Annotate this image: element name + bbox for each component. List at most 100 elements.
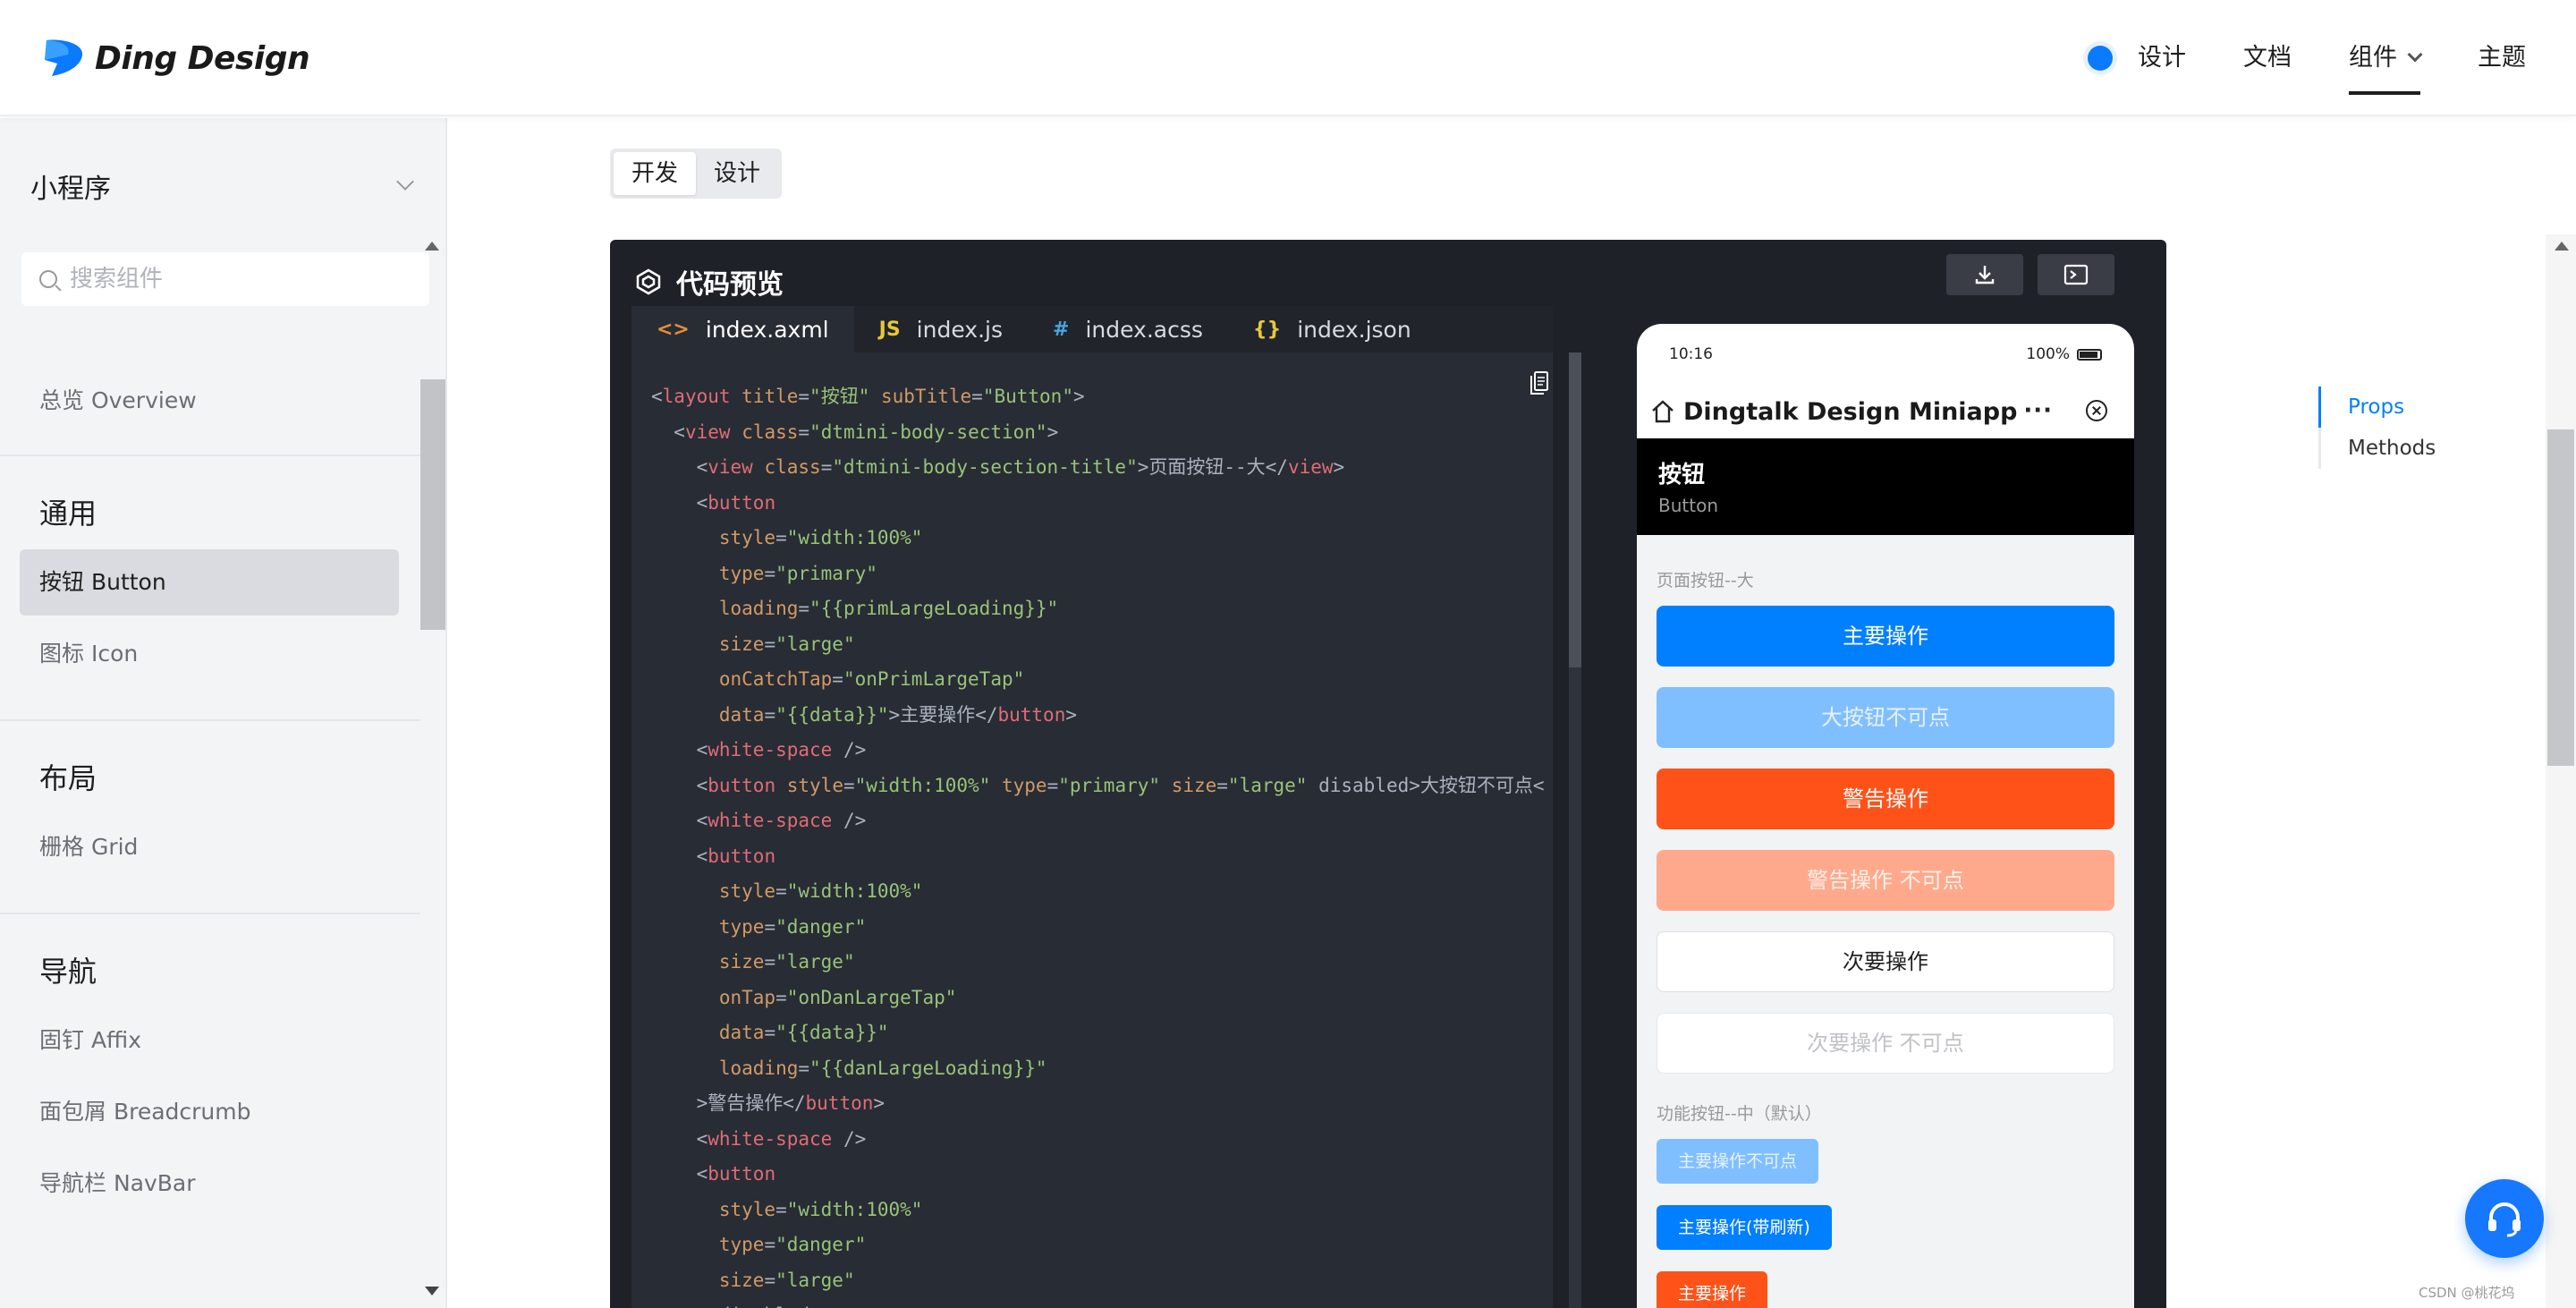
code-line: size="large" <box>718 951 855 973</box>
nav-docs[interactable]: 文档 <box>2243 0 2292 116</box>
component-search <box>21 252 429 306</box>
editor-scrollbar-thumb[interactable] <box>1569 352 1581 667</box>
sidebar-item-overview[interactable]: 总览 Overview <box>20 352 399 449</box>
scroll-down-arrow-icon[interactable] <box>425 1287 439 1295</box>
help-support-button[interactable] <box>2465 1179 2544 1258</box>
sidebar-scrollbar-thumb[interactable] <box>420 379 445 630</box>
code-line: type="danger" <box>718 915 867 938</box>
scroll-up-arrow-icon[interactable] <box>2555 242 2569 251</box>
nav-components[interactable]: 组件 <box>2349 0 2423 116</box>
status-time: 10:16 <box>1669 345 1713 363</box>
battery-icon <box>2077 348 2102 361</box>
code-line: size="large" <box>718 1269 855 1291</box>
tab-index-json[interactable]: {} index.json <box>1228 306 1436 352</box>
page-scrollbar[interactable] <box>2546 234 2576 1308</box>
sidebar-item-affix[interactable]: 固钉 Affix <box>20 1007 399 1074</box>
close-circle-icon[interactable] <box>2085 400 2107 421</box>
menu-group-overview: 总览 Overview <box>0 352 420 456</box>
chevron-down-icon <box>2407 47 2423 63</box>
code-line: loading="{{danLargeLoading}}" <box>718 1057 1047 1079</box>
nav-design[interactable]: 设计 <box>2138 0 2186 116</box>
page-scrollbar-thumb[interactable] <box>2547 429 2574 766</box>
phone-page-subtitle: Button <box>1658 495 1718 516</box>
menu-group-title: 布局 <box>39 761 97 795</box>
download-button[interactable] <box>1946 254 2023 295</box>
nav-docs-label: 文档 <box>2243 44 2292 72</box>
sidebar-item-breadcrumb[interactable]: 面包屑 Breadcrumb <box>20 1079 399 1145</box>
sidebar: 小程序 总览 Overview 通用 按钮 Button 图标 Icon 布局 … <box>0 118 447 1308</box>
code-line: onTap="onDanLargeTap" <box>718 986 957 1008</box>
phone-preview: 10:16 100% Dingtalk Design Miniapp ··· 按… <box>1637 324 2134 1308</box>
sidebar-item-grid[interactable]: 栅格 Grid <box>20 814 399 880</box>
open-terminal-button[interactable] <box>2038 254 2114 295</box>
code-line: type="danger" <box>718 1234 867 1255</box>
status-battery: 100% <box>2026 345 2102 363</box>
code-line: <white-space /> <box>696 1127 867 1150</box>
code-line: <button style="width:100%" type="primary… <box>696 774 1545 796</box>
code-line: style="width:100%" <box>718 1198 923 1220</box>
small-button-row: 主要操作 <box>1657 1271 2114 1308</box>
top-header: Ding Design 设计 文档 组件 主题 <box>0 0 2576 116</box>
section-label: 页面按钮--大 <box>1657 571 1754 590</box>
phone-nav-bar: Dingtalk Design Miniapp ··· <box>1637 385 2134 438</box>
code-line: <layout title="按钮" subTitle="Button"> <box>651 386 1085 407</box>
search-input[interactable] <box>70 266 410 293</box>
tab-index-axml[interactable]: <> index.axml <box>631 306 854 352</box>
code-line: <view class="dtmini-body-section"> <box>674 420 1059 443</box>
scroll-up-arrow-icon[interactable] <box>425 242 439 251</box>
toc-methods[interactable]: Methods <box>2318 428 2436 469</box>
danger-medium-button[interactable]: 主要操作 <box>1657 1271 1768 1308</box>
capsule-menu: ··· <box>2007 386 2123 435</box>
ding-logo-icon <box>45 39 83 76</box>
menu-group-title: 导航 <box>39 955 97 989</box>
code-editor: <> index.axml JS index.js # index.acss {} in… <box>631 306 1553 1308</box>
sidebar-item-button[interactable]: 按钮 Button <box>20 549 399 616</box>
primary-medium-refresh-button[interactable]: 主要操作(带刷新) <box>1657 1205 1832 1250</box>
code-content[interactable]: <layout title="按钮" subTitle="Button"> <v… <box>631 352 1553 1308</box>
chevron-down-icon <box>396 173 414 191</box>
code-line: loading="{{primLargeLoading}}" <box>718 598 1059 619</box>
terminal-icon <box>2063 264 2089 285</box>
logo[interactable]: Ding Design <box>41 34 310 82</box>
tab-index-acss[interactable]: # index.acss <box>1028 306 1228 352</box>
nav-design-label: 设计 <box>2138 44 2186 72</box>
code-line: <button <box>696 845 776 867</box>
more-icon[interactable]: ··· <box>2023 397 2053 424</box>
nav-theme[interactable]: 主题 <box>2478 0 2526 116</box>
section-label: 功能按钮--中（默认） <box>1657 1104 1822 1124</box>
copy-icon[interactable] <box>1530 370 1549 395</box>
nav-components-label: 组件 <box>2349 44 2397 72</box>
tab-label: index.axml <box>705 316 829 343</box>
code-line: <white-space /> <box>696 810 867 831</box>
small-button-row: 主要操作(带刷新) <box>1657 1205 2114 1271</box>
platform-selector[interactable]: 小程序 <box>0 118 445 267</box>
toggle-dev[interactable]: 开发 <box>614 152 697 195</box>
theme-dot-icon[interactable] <box>2088 46 2113 71</box>
code-preview-icon <box>636 268 661 295</box>
tab-label: index.json <box>1297 316 1411 343</box>
sidebar-item-icon[interactable]: 图标 Icon <box>20 621 399 687</box>
download-icon <box>1975 266 1995 285</box>
phone-app-title: Dingtalk Design Miniapp <box>1683 397 2018 426</box>
primary-medium-disabled-button: 主要操作不可点 <box>1657 1139 1819 1184</box>
default-large-button[interactable]: 次要操作 <box>1657 931 2114 992</box>
phone-status-bar: 10:16 100% <box>1637 324 2134 385</box>
toc-props[interactable]: Props <box>2318 386 2436 428</box>
css-file-icon: # <box>1053 318 1070 341</box>
code-line: onCatchTap="onPrimLargeTap" <box>718 668 1025 690</box>
panel-title-text: 代码预览 <box>676 269 784 301</box>
editor-scrollbar[interactable] <box>1569 352 1581 1308</box>
nav-theme-label: 主题 <box>2478 44 2526 72</box>
home-icon[interactable] <box>1649 398 1676 425</box>
code-line: type="primary" <box>718 562 877 584</box>
sidebar-menu: 总览 Overview 通用 按钮 Button 图标 Icon 布局 栅格 G… <box>0 352 420 1249</box>
sidebar-item-navbar[interactable]: 导航栏 NavBar <box>20 1151 399 1217</box>
toggle-design[interactable]: 设计 <box>696 152 778 195</box>
code-line: >警告操作</button> <box>651 1092 886 1114</box>
file-tabs: <> index.axml JS index.js # index.acss {} in… <box>631 306 1553 352</box>
phone-page-body: 页面按钮--大 主要操作 大按钮不可点 警告操作 警告操作 不可点 次要操作 次… <box>1637 535 2134 1308</box>
primary-large-button[interactable]: 主要操作 <box>1657 606 2114 667</box>
tab-index-js[interactable]: JS index.js <box>854 306 1028 352</box>
headset-icon <box>2488 1202 2521 1237</box>
danger-large-button[interactable]: 警告操作 <box>1657 769 2114 829</box>
